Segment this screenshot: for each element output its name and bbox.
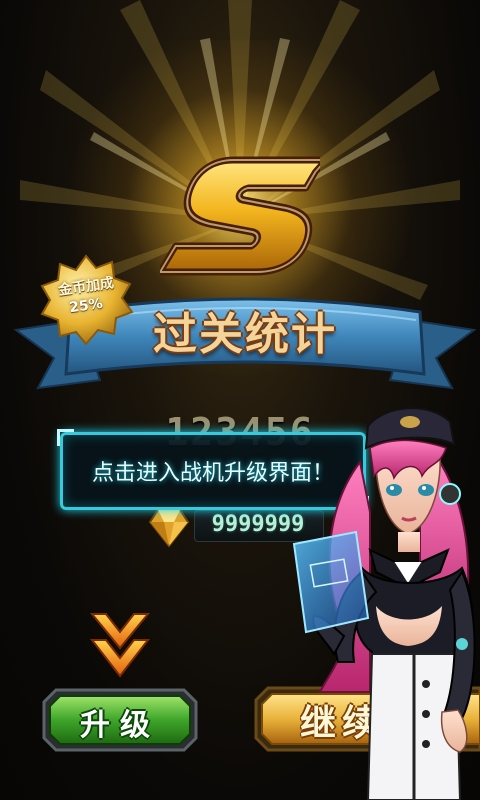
- ribbon-title: 过关统计: [153, 309, 337, 360]
- pilot-character-illustration: [292, 407, 476, 800]
- level-results-screen: S 过关统计 金币加成 25% 123456: [0, 0, 480, 800]
- double-chevron-down-icon: [89, 613, 151, 678]
- grade-s-icon: [160, 156, 320, 276]
- upgrade-button-label: 升级: [80, 708, 160, 743]
- gold-gem-icon: [148, 509, 190, 548]
